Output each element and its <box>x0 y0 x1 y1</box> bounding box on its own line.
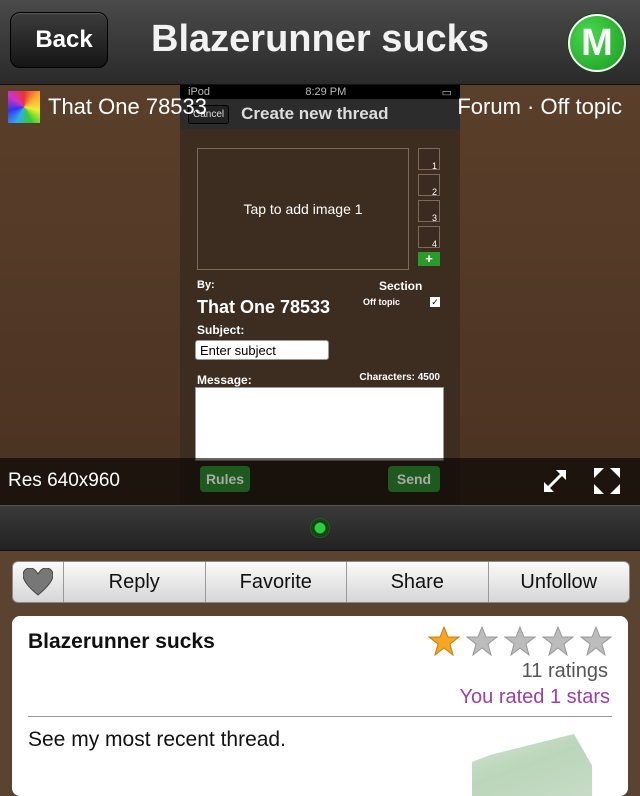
rating-count: 11 ratings <box>521 660 608 682</box>
star-icon[interactable] <box>580 626 612 656</box>
phone-subject-label: Subject: <box>197 323 245 337</box>
phone-screenshot: iPod 8:29 PM ▭ Cancel Create new thread … <box>180 85 460 505</box>
phone-thumb: 2 <box>418 174 440 197</box>
heart-icon <box>23 568 53 596</box>
thread-image[interactable] <box>472 734 592 796</box>
phone-section-label: Section <box>379 279 423 293</box>
reply-button[interactable]: Reply <box>64 562 206 602</box>
nav-bar: Back Blazerunner sucks M <box>0 0 640 85</box>
action-toolbar: Reply Favorite Share Unfollow <box>12 561 630 603</box>
author-name[interactable]: That One 78533 <box>48 94 207 120</box>
resolution-label: Res 640x960 <box>8 470 120 491</box>
preview-info-bar: That One 78533 Forum · Off topic <box>0 85 640 130</box>
page-indicator-dot[interactable] <box>310 518 330 538</box>
image-preview[interactable]: iPod 8:29 PM ▭ Cancel Create new thread … <box>0 85 640 505</box>
phone-by-name: That One 78533 <box>197 297 331 317</box>
star-icon[interactable] <box>504 626 536 656</box>
phone-character-count: Characters: 4500 <box>359 372 440 383</box>
page-title: Blazerunner sucks <box>151 18 489 60</box>
thread-title: Blazerunner sucks <box>28 630 215 653</box>
thread-card: Blazerunner sucks 11 ratings You rated 1… <box>12 616 628 796</box>
phone-subject-field: Enter subject <box>195 340 329 360</box>
favorite-button[interactable]: Favorite <box>206 562 347 602</box>
phone-by-label: By: <box>197 279 215 291</box>
checkbox-icon: ✓ <box>430 297 440 307</box>
divider <box>28 716 612 717</box>
phone-add-icon: + <box>418 252 440 266</box>
phone-message-label: Message: <box>197 373 252 387</box>
app-logo[interactable]: M <box>568 14 626 72</box>
phone-send-button: Send <box>388 466 440 492</box>
phone-thumb-list: 1 2 3 4 + <box>418 148 440 266</box>
preview-bottom-bar: Res 640x960 Rules Send <box>0 458 640 505</box>
phone-message-field <box>195 387 444 461</box>
share-button[interactable]: Share <box>347 562 489 602</box>
user-rating: You rated 1 stars <box>459 686 610 708</box>
page-indicator-bar <box>0 505 640 551</box>
back-button[interactable]: Back <box>10 12 108 68</box>
unfollow-button[interactable]: Unfollow <box>489 562 630 602</box>
star-rating[interactable] <box>428 626 612 656</box>
heart-button[interactable] <box>13 562 64 602</box>
phone-image-placeholder: Tap to add image 1 <box>197 148 409 270</box>
avatar[interactable] <box>8 91 40 123</box>
star-icon[interactable] <box>542 626 574 656</box>
forum-section[interactable]: Forum · Off topic <box>457 94 622 120</box>
fullscreen-icon[interactable] <box>592 466 622 496</box>
star-icon[interactable] <box>466 626 498 656</box>
thread-body: See my most recent thread. <box>28 728 286 751</box>
phone-rules-button: Rules <box>200 466 250 492</box>
star-icon[interactable] <box>428 626 460 656</box>
phone-thumb: 3 <box>418 200 440 223</box>
phone-section-value: Off topic <box>363 297 400 307</box>
phone-thumb: 1 <box>418 148 440 171</box>
phone-thumb: 4 <box>418 226 440 249</box>
expand-icon[interactable] <box>540 466 570 496</box>
